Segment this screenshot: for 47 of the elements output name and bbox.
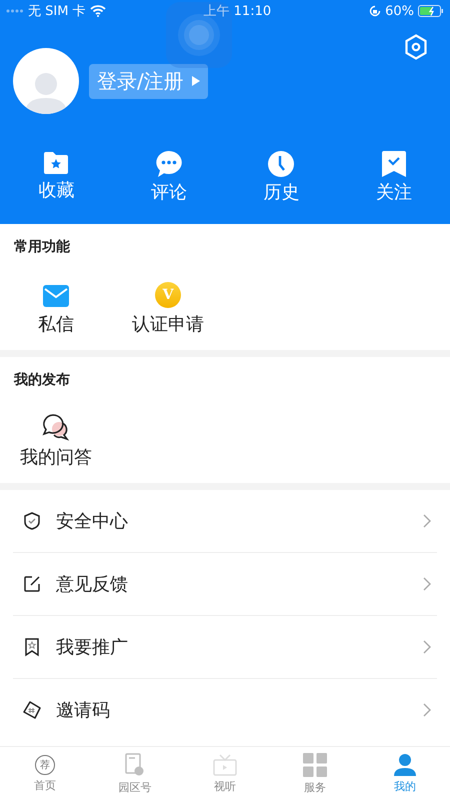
chat-bubble-icon [154, 150, 183, 178]
clock-icon [267, 150, 296, 178]
chevron-right-icon [423, 703, 431, 717]
shortcut-button[interactable]: 历史 [225, 150, 338, 204]
chat-bubbles-icon [41, 413, 71, 441]
battery-icon [418, 5, 444, 17]
menu-item[interactable]: 安全中心 [56, 509, 409, 533]
tab-bar-item[interactable]: 我的 [360, 747, 450, 800]
section-title: 我的发布 [12, 371, 71, 389]
chevron-right-icon [423, 577, 431, 591]
tab-bar-item[interactable]: 服务 [270, 747, 360, 800]
shortcut-button[interactable]: 收藏 [0, 150, 112, 204]
home-badge-icon: 荐 [35, 754, 55, 774]
section-title: 常用功能 [13, 238, 71, 256]
wifi-icon [90, 5, 106, 17]
folder-star-icon [42, 150, 70, 176]
menu-item[interactable]: 意见反馈 [56, 572, 409, 596]
feature-button[interactable]: V 认证申请 [112, 264, 224, 336]
menu-item[interactable]: 邀请码 [56, 698, 409, 722]
carrier-text: 无 SIM 卡 [28, 3, 86, 20]
signal-icon [6, 9, 24, 13]
person-icon [394, 754, 416, 776]
chevron-right-icon [423, 640, 431, 654]
shortcut-button[interactable]: 评论 [112, 150, 225, 204]
edit-icon [22, 574, 42, 594]
hashtag-tag-icon [22, 700, 42, 720]
envelope-icon [42, 284, 70, 308]
verified-badge-icon: V [155, 282, 181, 308]
shortcut-button[interactable]: 关注 [338, 150, 450, 204]
tab-bar-item[interactable]: 荐 首页 [0, 747, 90, 800]
tv-icon [213, 754, 237, 776]
shield-icon [22, 511, 42, 531]
document-icon [125, 752, 145, 776]
chevron-right-icon [423, 514, 431, 528]
tab-bar-item[interactable]: 园区号 [90, 747, 180, 800]
bookmark-check-icon [380, 150, 407, 178]
feature-button[interactable]: 私信 [0, 264, 112, 336]
rotation-lock-icon [369, 5, 382, 17]
grid-icon [303, 752, 327, 776]
battery-percent: 60% [385, 4, 414, 18]
feature-button[interactable]: 我的问答 [0, 397, 112, 469]
caret-icon [192, 76, 200, 86]
login-button[interactable]: 登录/注册 [89, 64, 208, 98]
clock-time: 上午 11:10 [204, 3, 272, 20]
tab-bar-item[interactable]: 视听 [180, 747, 270, 800]
settings-icon[interactable] [404, 34, 428, 60]
menu-item[interactable]: 我要推广 [56, 635, 409, 659]
